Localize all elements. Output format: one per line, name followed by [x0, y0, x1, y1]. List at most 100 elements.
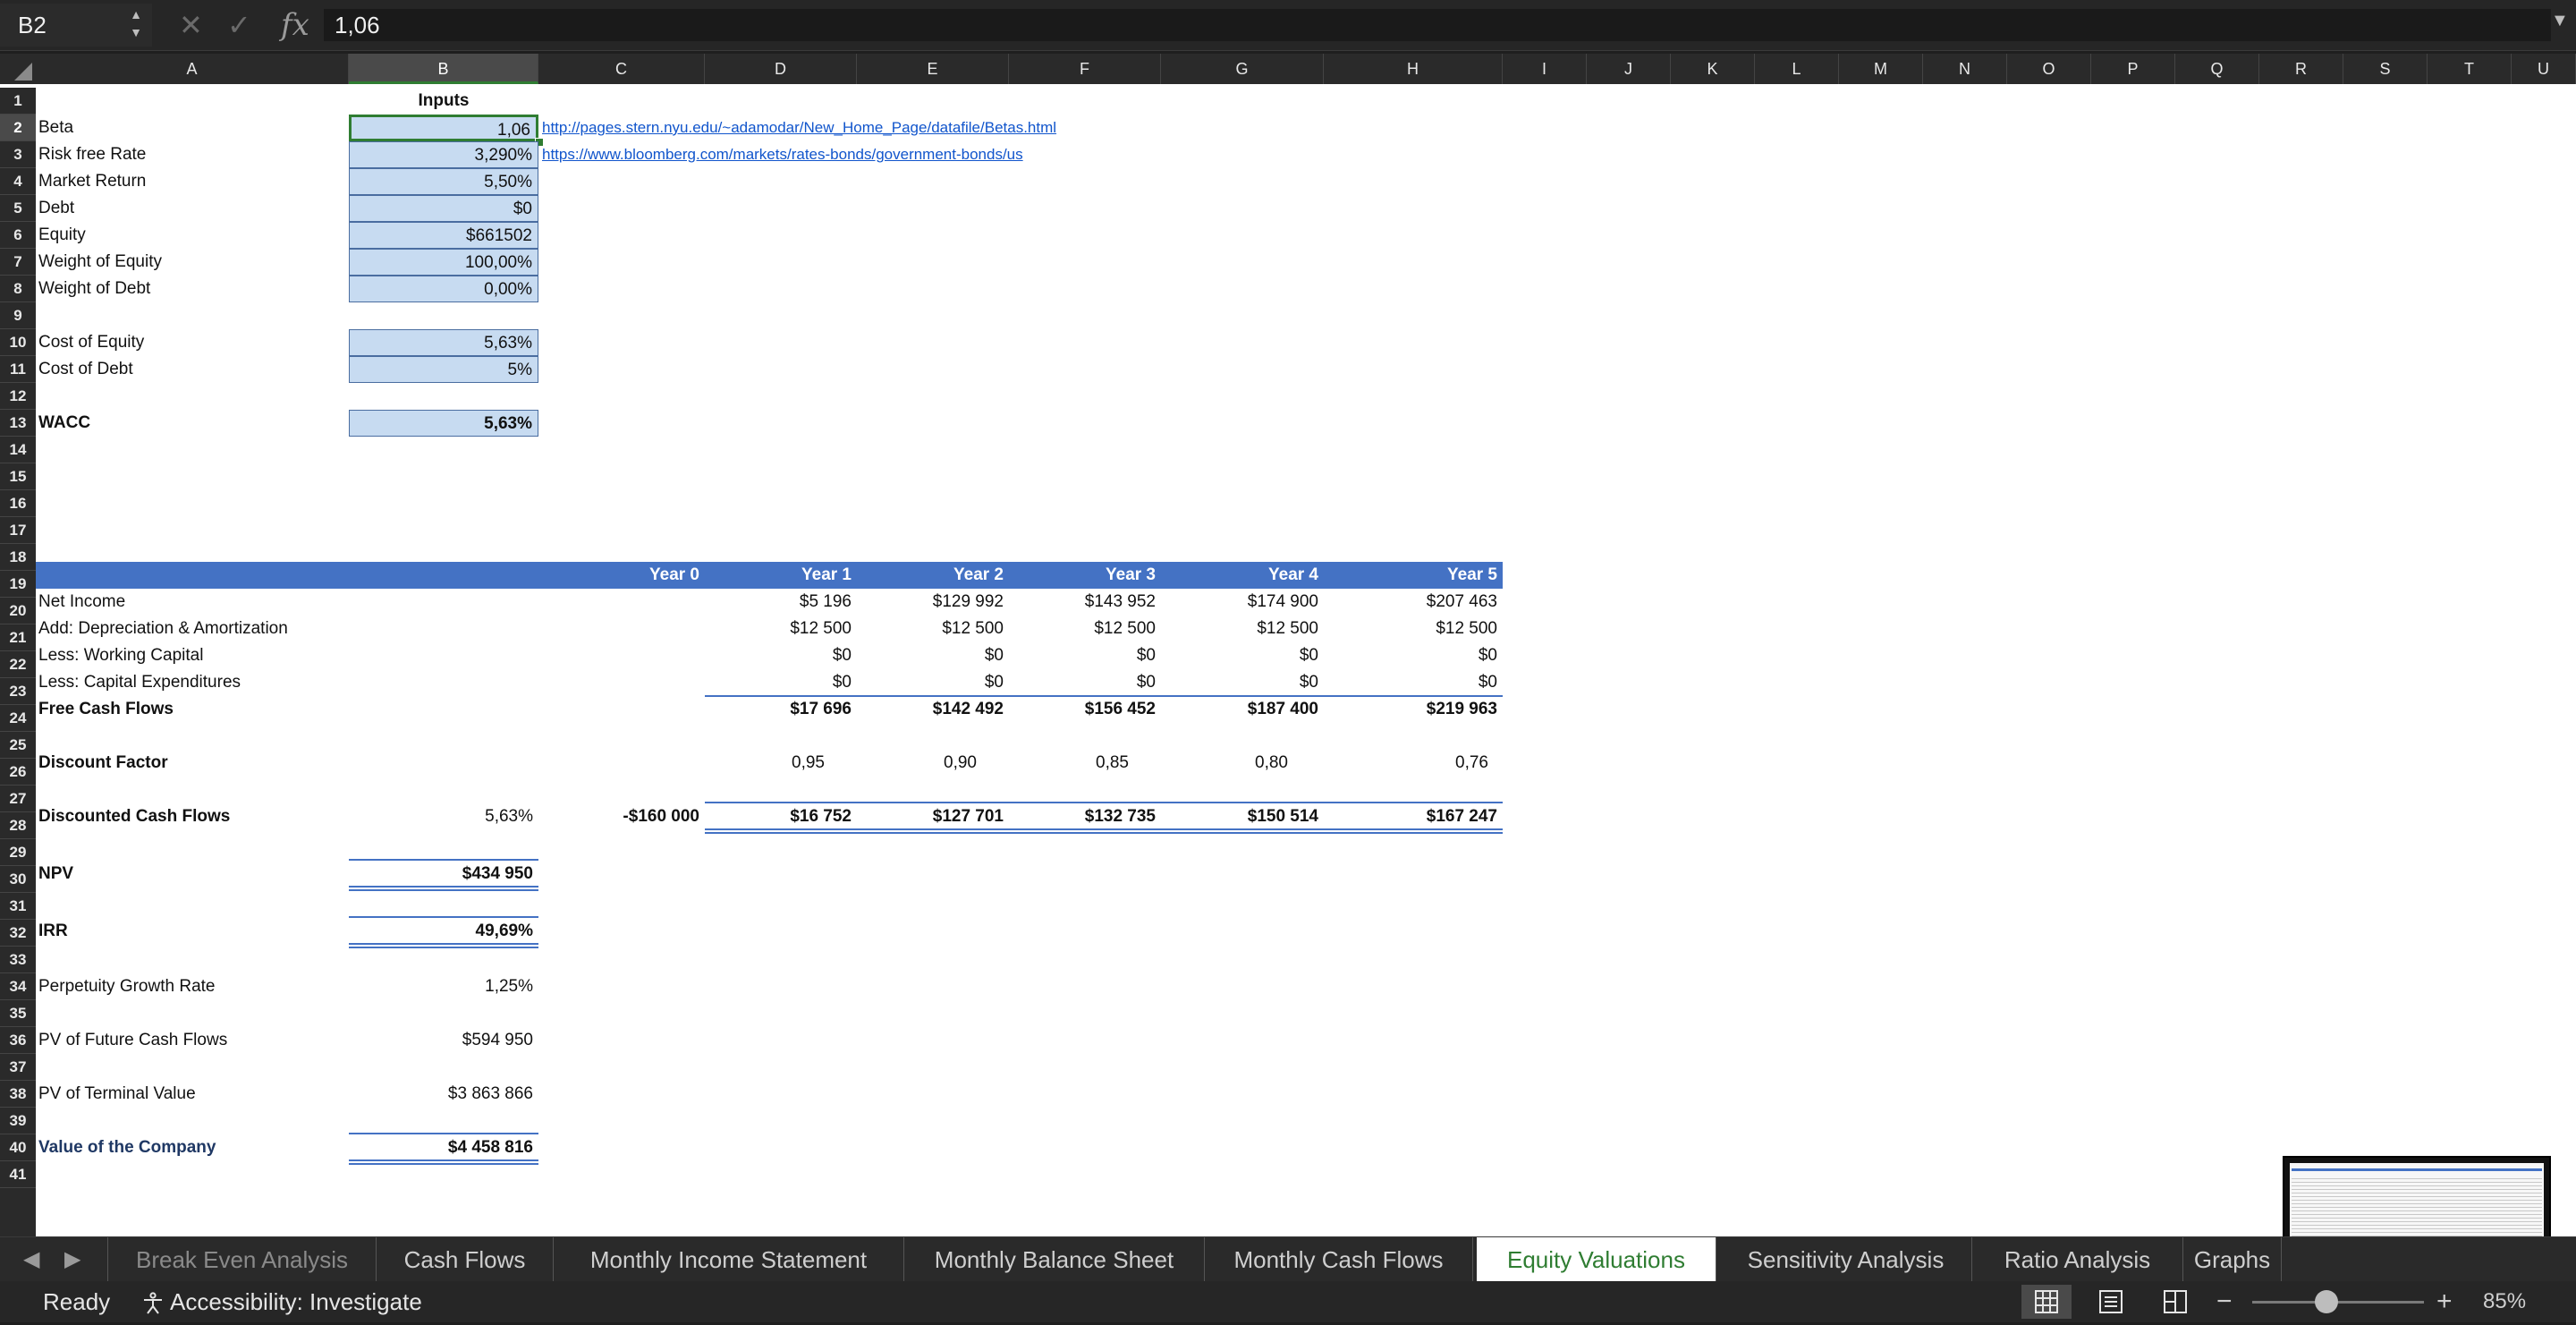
discount-factor-cell[interactable]: 0,76 — [1324, 750, 1503, 777]
cost-of-debt-cell[interactable]: 5% — [349, 356, 538, 383]
row-header[interactable]: 39 — [0, 1108, 36, 1134]
discounted-cash-flows-label[interactable]: Discounted Cash Flows — [38, 803, 230, 830]
cancel-icon[interactable]: ✕ — [179, 4, 203, 47]
column-header[interactable]: D — [705, 54, 857, 84]
depreciation-cell[interactable]: $12 500 — [857, 616, 1009, 642]
row-header[interactable]: 16 — [0, 490, 36, 517]
irr-label[interactable]: IRR — [38, 918, 68, 945]
market-return-cell[interactable]: 5,50% — [349, 168, 538, 195]
risk-free-rate-link[interactable]: https://www.bloomberg.com/markets/rates-… — [542, 141, 1023, 168]
row-header[interactable]: 27 — [0, 786, 36, 812]
row-header[interactable]: 32 — [0, 920, 36, 947]
row-header[interactable]: 29 — [0, 839, 36, 866]
wacc-cell[interactable]: 5,63% — [349, 410, 538, 437]
row-header[interactable]: 5 — [0, 195, 36, 222]
free-cash-flow-cell[interactable]: $219 963 — [1324, 696, 1503, 723]
column-header[interactable]: H — [1324, 54, 1503, 84]
dcf-cell[interactable]: $132 735 — [1009, 803, 1161, 830]
row-header[interactable]: 2 — [0, 115, 36, 141]
row-header[interactable]: 10 — [0, 329, 36, 356]
row-header[interactable]: 18 — [0, 544, 36, 571]
working-capital-label[interactable]: Less: Working Capital — [38, 642, 203, 669]
net-income-cell[interactable]: $174 900 — [1161, 589, 1324, 616]
capex-cell[interactable]: $0 — [857, 669, 1009, 696]
zoom-in-button[interactable]: + — [2436, 1281, 2453, 1322]
column-header[interactable]: O — [2007, 54, 2091, 84]
npv-label[interactable]: NPV — [38, 861, 73, 888]
formula-input[interactable]: 1,06 — [324, 9, 2551, 41]
sheet-tab[interactable]: Monthly Balance Sheet — [904, 1237, 1205, 1282]
year-5-header[interactable]: Year 5 — [1324, 562, 1503, 589]
column-header[interactable]: R — [2259, 54, 2343, 84]
row-header[interactable]: 12 — [0, 383, 36, 410]
column-header[interactable]: U — [2512, 54, 2576, 84]
column-header[interactable]: B — [349, 54, 538, 84]
discount-rate-cell[interactable]: 5,63% — [349, 803, 538, 830]
irr-cell[interactable]: 49,69% — [349, 918, 538, 945]
cost-of-equity-cell[interactable]: 5,63% — [349, 329, 538, 356]
column-header[interactable]: C — [538, 54, 705, 84]
debt-cell[interactable]: $0 — [349, 195, 538, 222]
accessibility-status[interactable]: Accessibility: Investigate — [141, 1281, 422, 1322]
beta-source-link[interactable]: http://pages.stern.nyu.edu/~adamodar/New… — [542, 115, 1056, 141]
capex-cell[interactable]: $0 — [1324, 669, 1503, 696]
column-header[interactable]: Q — [2175, 54, 2259, 84]
row-header[interactable]: 11 — [0, 356, 36, 383]
free-cash-flow-cell[interactable]: $156 452 — [1009, 696, 1161, 723]
npv-cell[interactable]: $434 950 — [349, 861, 538, 888]
weight-of-debt-cell[interactable]: 0,00% — [349, 276, 538, 302]
row-header[interactable]: 23 — [0, 678, 36, 705]
risk-free-rate-label[interactable]: Risk free Rate — [38, 141, 146, 168]
sheet-tab[interactable]: Break Even Analysis — [108, 1237, 377, 1282]
discount-factor-label[interactable]: Discount Factor — [38, 750, 168, 777]
depreciation-cell[interactable]: $12 500 — [705, 616, 857, 642]
free-cash-flows-label[interactable]: Free Cash Flows — [38, 696, 174, 723]
beta-cell[interactable]: 1,06 — [349, 115, 538, 141]
pv-terminal-value-label[interactable]: PV of Terminal Value — [38, 1081, 196, 1108]
confirm-icon[interactable]: ✓ — [227, 4, 251, 47]
row-header[interactable]: 8 — [0, 276, 36, 302]
row-header[interactable]: 34 — [0, 973, 36, 1000]
dcf-cell[interactable]: $127 701 — [857, 803, 1009, 830]
select-all-corner[interactable] — [0, 54, 36, 84]
equity-cell[interactable]: $661502 — [349, 222, 538, 249]
zoom-level[interactable]: 85% — [2483, 1281, 2526, 1322]
dcf-cell[interactable]: $167 247 — [1324, 803, 1503, 830]
row-header[interactable]: 4 — [0, 168, 36, 195]
row-header[interactable]: 28 — [0, 812, 36, 839]
discount-factor-cell[interactable]: 0,95 — [705, 750, 857, 777]
cost-of-debt-label[interactable]: Cost of Debt — [38, 356, 133, 383]
column-header[interactable]: E — [857, 54, 1009, 84]
year-3-header[interactable]: Year 3 — [1009, 562, 1161, 589]
row-header[interactable]: 13 — [0, 410, 36, 437]
working-capital-cell[interactable]: $0 — [705, 642, 857, 669]
row-header[interactable]: 15 — [0, 463, 36, 490]
year-0-header[interactable]: Year 0 — [538, 562, 705, 589]
tab-scroll-right-icon[interactable]: ▶ — [64, 1237, 80, 1282]
row-header[interactable]: 33 — [0, 947, 36, 973]
row-header[interactable]: 9 — [0, 302, 36, 329]
net-income-cell[interactable]: $129 992 — [857, 589, 1009, 616]
row-header[interactable]: 30 — [0, 866, 36, 893]
column-header[interactable]: F — [1009, 54, 1161, 84]
free-cash-flow-cell[interactable]: $142 492 — [857, 696, 1009, 723]
net-income-label[interactable]: Net Income — [38, 589, 125, 616]
working-capital-cell[interactable]: $0 — [857, 642, 1009, 669]
row-header[interactable]: 7 — [0, 249, 36, 276]
free-cash-flow-cell[interactable]: $187 400 — [1161, 696, 1324, 723]
zoom-out-button[interactable]: − — [2216, 1281, 2233, 1322]
net-income-cell[interactable]: $207 463 — [1324, 589, 1503, 616]
sheet-tab[interactable]: Ratio Analysis — [1972, 1237, 2183, 1282]
perpetuity-growth-label[interactable]: Perpetuity Growth Rate — [38, 973, 215, 1000]
depreciation-cell[interactable]: $12 500 — [1324, 616, 1503, 642]
weight-of-equity-cell[interactable]: 100,00% — [349, 249, 538, 276]
net-income-cell[interactable]: $143 952 — [1009, 589, 1161, 616]
free-cash-flow-cell[interactable]: $17 696 — [705, 696, 857, 723]
capex-cell[interactable]: $0 — [1009, 669, 1161, 696]
zoom-slider[interactable] — [2252, 1301, 2424, 1304]
row-header[interactable]: 20 — [0, 598, 36, 624]
pv-terminal-value-cell[interactable]: $3 863 866 — [349, 1081, 538, 1108]
column-header[interactable]: M — [1839, 54, 1923, 84]
discount-factor-cell[interactable]: 0,80 — [1161, 750, 1324, 777]
capex-cell[interactable]: $0 — [705, 669, 857, 696]
